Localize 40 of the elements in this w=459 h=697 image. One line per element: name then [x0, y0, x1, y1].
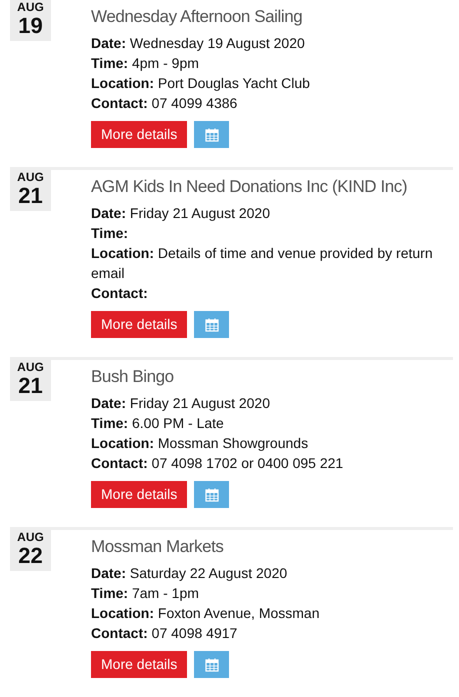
more-details-button[interactable]: More details — [91, 651, 188, 678]
event-detail: Contact: 07 4099 4386 — [91, 94, 238, 113]
event-detail: Date: Saturday 22 August 2020 — [91, 564, 288, 583]
event-title[interactable]: Wednesday Afternoon Sailing — [91, 4, 453, 30]
event-detail: Time: 6.00 PM - Late — [91, 414, 225, 433]
month-label: AUG — [17, 531, 44, 544]
calendar-button[interactable] — [194, 481, 230, 508]
calendar-icon — [204, 658, 219, 672]
event-detail: Date: Wednesday 19 August 2020 — [91, 34, 306, 53]
more-details-button[interactable]: More details — [91, 481, 188, 508]
event-detail: Contact: 07 4098 1702 or 0400 095 221 — [91, 454, 344, 473]
event-detail: Date: Friday 21 August 2020 — [91, 394, 272, 413]
event-title[interactable]: AGM Kids In Need Donations Inc (KIND Inc) — [91, 174, 453, 200]
day-number: 21 — [18, 374, 43, 398]
day-number: 22 — [18, 544, 43, 568]
calendar-icon — [204, 488, 219, 502]
month-label: AUG — [17, 361, 44, 374]
event-detail: Time: — [91, 224, 130, 243]
event-detail: Location: Details of time and venue provided by return email — [91, 244, 434, 283]
event-detail: Time: 4pm - 9pm — [91, 54, 200, 73]
calendar-button[interactable] — [194, 651, 230, 678]
day-number: 19 — [18, 14, 43, 38]
month-label: AUG — [17, 171, 44, 184]
month-label: AUG — [17, 1, 44, 14]
event-detail: Location: Foxton Avenue, Mossman — [91, 604, 320, 623]
event-detail: Location: Mossman Showgrounds — [91, 434, 310, 453]
calendar-icon — [204, 128, 219, 142]
event-detail: Contact: — [91, 284, 149, 303]
event-detail: Time: 7am - 1pm — [91, 584, 200, 603]
event-detail: Contact: 07 4098 4917 — [91, 624, 238, 643]
event-detail: Location: Port Douglas Yacht Club — [91, 74, 311, 93]
event-title[interactable]: Bush Bingo — [91, 364, 453, 390]
calendar-icon — [204, 318, 219, 332]
event-detail: Date: Friday 21 August 2020 — [91, 204, 272, 223]
event-title[interactable]: Mossman Markets — [91, 534, 453, 560]
calendar-button[interactable] — [194, 311, 230, 338]
more-details-button[interactable]: More details — [91, 311, 188, 338]
more-details-button[interactable]: More details — [91, 121, 188, 148]
day-number: 21 — [18, 184, 43, 208]
calendar-button[interactable] — [194, 121, 230, 148]
